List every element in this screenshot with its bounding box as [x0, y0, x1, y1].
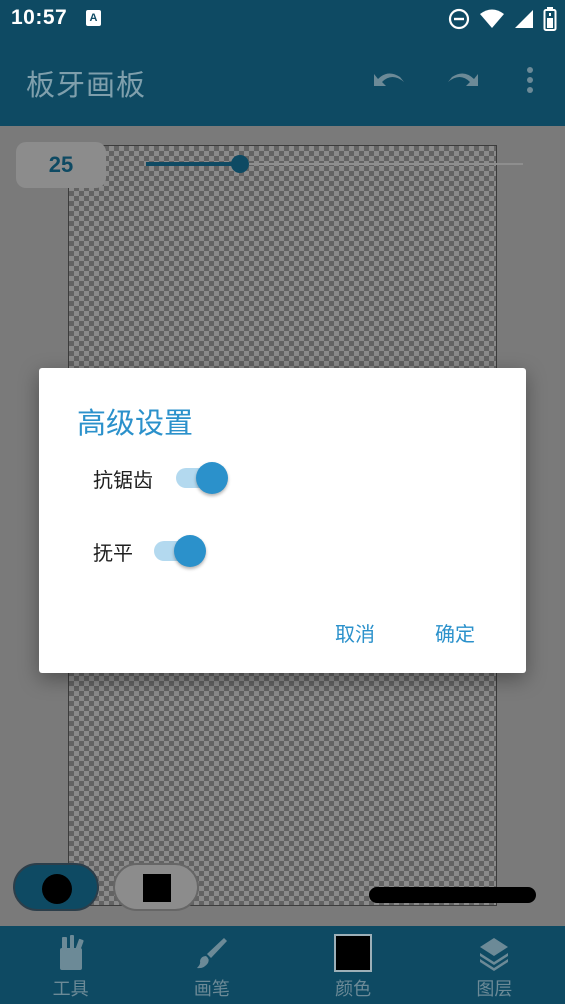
color-swatch — [334, 934, 373, 972]
tools-icon — [59, 935, 84, 970]
nav-item-brush[interactable]: 画笔 — [141, 926, 282, 1004]
nav-item-color[interactable]: 颜色 — [283, 926, 424, 1004]
nav-item-tools[interactable]: 工具 — [0, 926, 141, 1004]
status-bar: 10:57 A — [0, 0, 565, 38]
eraser-square-tool[interactable] — [113, 863, 199, 911]
antialias-switch-knob — [196, 462, 228, 494]
status-icons — [448, 7, 557, 31]
dialog-title: 高级设置 — [77, 406, 194, 440]
antialias-switch[interactable] — [176, 458, 230, 494]
battery-icon — [543, 7, 557, 31]
brush-dot-tool[interactable] — [13, 863, 99, 911]
notification-a-letter: A — [89, 12, 98, 24]
brush-dot-icon — [42, 874, 72, 904]
wifi-icon — [480, 9, 504, 28]
smoothing-label: 抚平 — [93, 541, 133, 565]
nav-label-tools: 工具 — [52, 979, 89, 1000]
nav-item-layers[interactable]: 图层 — [424, 926, 565, 1004]
scroll-handle[interactable] — [369, 887, 536, 903]
cancel-button[interactable]: 取消 — [335, 618, 375, 647]
smoothing-switch-knob — [174, 535, 206, 567]
layers-icon — [480, 938, 509, 971]
antialias-label: 抗锯齿 — [93, 468, 153, 492]
brush-size-slider[interactable] — [146, 155, 523, 173]
redo-icon[interactable] — [446, 64, 482, 98]
do-not-disturb-icon — [448, 8, 470, 30]
advanced-settings-dialog: 高级设置 抗锯齿 抚平 取消 确定 — [39, 368, 526, 673]
bottom-nav: 工具 画笔 颜色 图层 — [0, 926, 565, 1004]
nav-label-layers: 图层 — [476, 979, 513, 1000]
app-bar: 板牙画板 — [0, 38, 565, 126]
nav-label-brush: 画笔 — [193, 979, 230, 1000]
eraser-square-icon — [143, 874, 171, 902]
smoothing-switch[interactable] — [154, 531, 208, 567]
signal-icon — [515, 10, 533, 28]
brush-icon — [196, 938, 227, 969]
status-time: 10:57 — [11, 6, 68, 29]
confirm-button[interactable]: 确定 — [435, 618, 475, 647]
brush-size-value: 25 — [16, 142, 106, 188]
app-title: 板牙画板 — [26, 68, 147, 102]
undo-icon[interactable] — [370, 64, 406, 98]
nav-label-color: 颜色 — [335, 979, 372, 1000]
slider-thumb[interactable] — [231, 155, 250, 173]
notification-a-icon: A — [86, 10, 101, 26]
more-vert-icon[interactable] — [522, 64, 538, 98]
slider-fill — [146, 162, 241, 166]
